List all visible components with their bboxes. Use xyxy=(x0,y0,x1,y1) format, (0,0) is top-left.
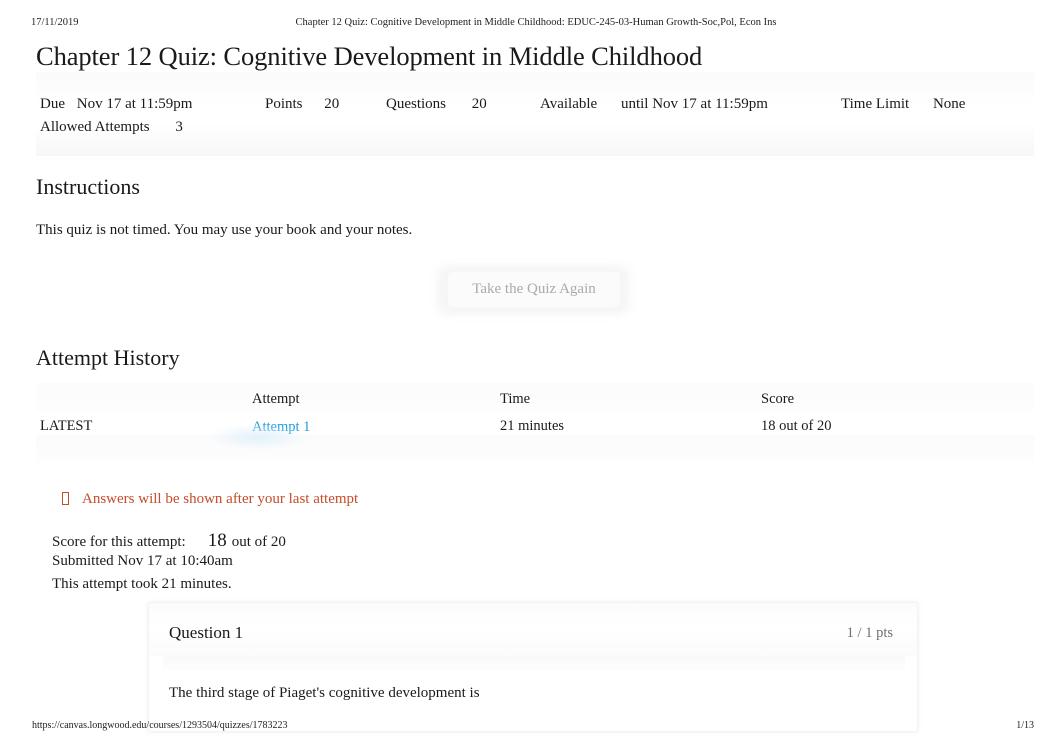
question-divider xyxy=(163,656,905,670)
print-document-title: Chapter 12 Quiz: Cognitive Development i… xyxy=(295,17,777,28)
print-footer: https://canvas.longwood.edu/courses/1293… xyxy=(0,720,1062,734)
retake-button-wrapper: Take the Quiz Again xyxy=(437,266,630,314)
due-value: Nov 17 at 11:59pm xyxy=(76,96,193,112)
score-suffix: out of 20 xyxy=(231,534,286,550)
attempt-1-link[interactable]: Attempt 1 xyxy=(252,419,310,435)
table-row-score: 18 out of 20 xyxy=(761,418,832,434)
time-limit-label: Time Limit xyxy=(841,96,910,112)
attempt-history-table: Attempt Time Score LATEST Attempt 1 21 m… xyxy=(36,383,1034,467)
table-header-band xyxy=(36,383,1034,411)
allowed-attempts-value: 3 xyxy=(175,119,183,135)
table-row-marker: LATEST xyxy=(40,418,93,434)
questions-value: 20 xyxy=(471,96,487,112)
answers-notice-text: Answers will be shown after your last at… xyxy=(82,491,359,507)
due-label: Due xyxy=(40,96,65,112)
score-for-attempt-line: Score for this attempt: 18 out of 20 xyxy=(52,530,286,552)
warning-box-icon xyxy=(62,492,69,505)
available-value: until Nov 17 at 11:59pm xyxy=(620,96,768,112)
table-footer-band xyxy=(36,435,1034,467)
quiz-results-page: 17/11/2019 Chapter 12 Quiz: Cognitive De… xyxy=(0,0,1062,751)
duration-line: This attempt took 21 minutes. xyxy=(52,576,232,592)
footer-url: https://canvas.longwood.edu/courses/1293… xyxy=(32,720,288,731)
column-header-attempt: Attempt xyxy=(252,391,300,407)
question-text: The third stage of Piaget's cognitive de… xyxy=(169,685,480,701)
questions-label: Questions xyxy=(386,96,446,112)
allowed-attempts-label: Allowed Attempts xyxy=(40,119,150,135)
quiz-metadata-band: Due Nov 17 at 11:59pm Points 20 Question… xyxy=(36,72,1034,156)
column-header-score: Score xyxy=(761,391,795,407)
answers-notice: Answers will be shown after your last at… xyxy=(62,491,358,508)
table-row-time: 21 minutes xyxy=(500,418,565,434)
question-card: Question 1 1 / 1 pts The third stage of … xyxy=(148,602,918,732)
score-value: 18 xyxy=(207,530,227,551)
question-card-header xyxy=(149,603,917,656)
submitted-line: Submitted Nov 17 at 10:40am xyxy=(52,553,233,569)
question-title: Question 1 xyxy=(169,623,244,642)
take-quiz-again-button[interactable]: Take the Quiz Again xyxy=(448,272,620,307)
score-label: Score for this attempt: xyxy=(52,534,186,550)
attempt-history-heading: Attempt History xyxy=(36,345,180,370)
instructions-heading: Instructions xyxy=(36,174,140,199)
column-header-time: Time xyxy=(500,391,531,407)
page-title: Chapter 12 Quiz: Cognitive Development i… xyxy=(36,41,703,71)
print-header: 17/11/2019 Chapter 12 Quiz: Cognitive De… xyxy=(0,17,1062,31)
question-points: 1 / 1 pts xyxy=(846,625,893,641)
footer-page-number: 1/13 xyxy=(1016,720,1034,731)
points-value: 20 xyxy=(324,96,340,112)
available-label: Available xyxy=(540,96,598,112)
points-label: Points xyxy=(265,96,303,112)
time-limit-value: None xyxy=(932,96,966,112)
instructions-text: This quiz is not timed. You may use your… xyxy=(36,222,413,238)
